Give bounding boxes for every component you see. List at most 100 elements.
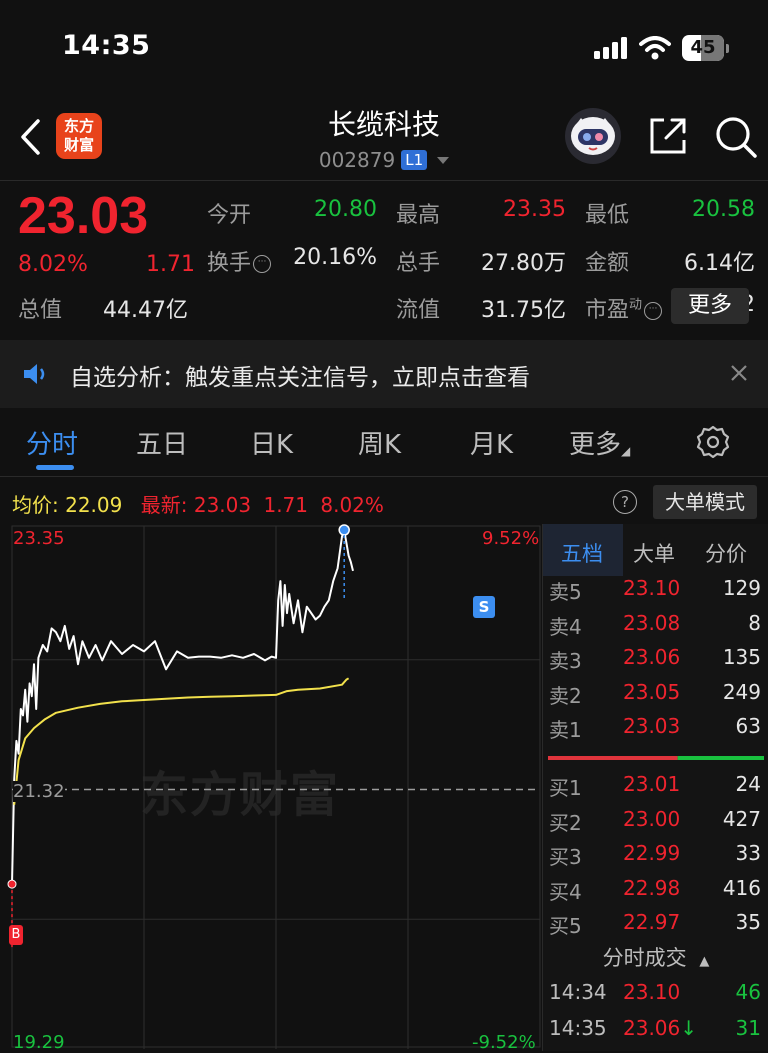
turnover-value: 20.16% xyxy=(293,245,377,270)
gear-icon[interactable] xyxy=(696,425,730,459)
level-price: 23.05 xyxy=(623,679,681,704)
bid-row[interactable]: 买3 22.99 33 xyxy=(543,841,768,875)
down-arrow-icon: ↓ xyxy=(680,1016,698,1040)
level-badge: L1 xyxy=(401,150,428,170)
level-label: 卖4 xyxy=(549,614,582,639)
chevron-up-icon: ▲ xyxy=(699,954,710,969)
info-icon[interactable]: ··· xyxy=(644,302,663,320)
ticks-title[interactable]: 分时成交 ▲ xyxy=(543,942,768,972)
tab-daily-k[interactable]: 日K xyxy=(250,424,293,461)
level-label: 买4 xyxy=(549,879,582,904)
level-label: 买3 xyxy=(549,845,582,869)
level-volume: 35 xyxy=(735,910,761,934)
high-point-dot xyxy=(338,524,350,536)
tick-volume: 46 xyxy=(735,980,761,1004)
order-book-panel: 五档 大单 分价 卖5 23.10 129 卖4 23.08 8 卖3 23.06 135 卖2 2… xyxy=(542,524,768,1051)
level-label: 卖2 xyxy=(549,683,582,708)
sell-marker[interactable]: S xyxy=(473,596,495,618)
y-min-label: 19.29 xyxy=(13,1032,65,1053)
level-label: 卖1 xyxy=(549,718,582,742)
tab-monthly-k[interactable]: 月K xyxy=(470,424,513,461)
info-icon[interactable]: ··· xyxy=(253,255,272,273)
ask-row[interactable]: 卖3 23.06 135 xyxy=(543,645,768,679)
tab-weekly-k[interactable]: 周K xyxy=(358,424,401,461)
level-price: 23.06 xyxy=(623,645,681,669)
bid-row[interactable]: 买2 23.00 427 xyxy=(543,807,768,841)
latest-label: 最新: xyxy=(140,493,188,517)
bid-row[interactable]: 买5 22.97 35 xyxy=(543,910,768,944)
level-label: 买2 xyxy=(549,810,582,835)
tick-price: 23.10 xyxy=(623,980,681,1004)
bid-ratio-fill xyxy=(677,756,764,760)
latest-change: 1.71 xyxy=(263,493,308,517)
level-price: 23.10 xyxy=(623,576,681,600)
y-mid-label: 21.32 xyxy=(13,781,65,802)
battery-nub xyxy=(726,44,729,53)
tick-time: 14:35 xyxy=(549,1016,607,1040)
level-label: 买1 xyxy=(549,776,582,800)
status-time: 14:35 xyxy=(62,30,151,61)
latest-percent: 8.02% xyxy=(320,493,384,517)
high-label: 最高 xyxy=(396,203,441,228)
level-volume: 24 xyxy=(735,772,761,796)
level-label: 买5 xyxy=(549,914,582,938)
share-icon[interactable] xyxy=(646,114,690,158)
ticks-title-label: 分时成交 xyxy=(602,946,687,970)
level-volume: 129 xyxy=(722,576,761,600)
more-quote-button[interactable]: 更多 xyxy=(671,288,749,324)
low-value: 20.58 xyxy=(692,197,755,222)
amount-label: 金额 xyxy=(585,251,630,276)
level-price: 22.97 xyxy=(623,910,681,934)
total-cap-label: 总值 xyxy=(18,298,63,323)
change-percent: 8.02% xyxy=(18,252,88,277)
price-line xyxy=(11,529,354,885)
low-label: 最低 xyxy=(585,203,630,228)
chevron-down-icon xyxy=(437,157,450,164)
level-volume: 33 xyxy=(735,841,761,865)
level-price: 23.01 xyxy=(623,772,681,796)
tab-five-day[interactable]: 五日 xyxy=(136,424,188,461)
ask-row[interactable]: 卖5 23.10 129 xyxy=(543,576,768,610)
tab-five-levels[interactable]: 五档 xyxy=(561,538,603,568)
header-divider xyxy=(0,180,768,181)
float-cap-value: 31.75亿 xyxy=(481,298,566,323)
level-price: 22.98 xyxy=(623,875,681,900)
level-label: 卖3 xyxy=(549,649,582,673)
battery-indicator: 45 xyxy=(682,35,724,61)
tab-intraday[interactable]: 分时 xyxy=(26,424,78,461)
notice-text[interactable]: 自选分析：触发重点关注信号，立即点击查看 xyxy=(70,358,530,392)
tab-price-distribution[interactable]: 分价 xyxy=(705,538,747,568)
help-icon[interactable]: ? xyxy=(613,490,637,514)
tab-big-orders[interactable]: 大单 xyxy=(633,538,675,568)
search-icon[interactable] xyxy=(713,114,759,160)
level-volume: 427 xyxy=(722,806,761,831)
level-price: 22.99 xyxy=(623,841,681,865)
level-label: 卖5 xyxy=(549,580,582,604)
bid-row[interactable]: 买4 22.98 416 xyxy=(543,876,768,910)
pe-type-sup: 动 xyxy=(629,297,643,313)
total-cap-value: 44.47亿 xyxy=(103,298,188,323)
assistant-avatar[interactable] xyxy=(565,108,621,164)
pct-min-label: -9.52% xyxy=(472,1032,536,1053)
big-order-mode-button[interactable]: 大单模式 xyxy=(653,485,757,519)
volume-label: 总手 xyxy=(396,251,441,276)
stock-code: 002879 xyxy=(318,148,396,172)
ask-row[interactable]: 卖4 23.08 8 xyxy=(543,611,768,645)
buy-marker[interactable]: B xyxy=(9,925,23,945)
tab-more-label: 更多 xyxy=(569,430,622,460)
high-value: 23.35 xyxy=(503,197,566,222)
intraday-chart[interactable] xyxy=(0,524,542,1051)
tick-price: 23.06↓ xyxy=(623,1016,698,1040)
tab-more[interactable]: 更多◢ xyxy=(569,424,630,461)
current-price: 23.03 xyxy=(18,187,149,245)
level-volume: 249 xyxy=(722,679,761,704)
volume-value: 27.80万 xyxy=(481,251,566,276)
ask-row[interactable]: 卖2 23.05 249 xyxy=(543,680,768,714)
bid-row[interactable]: 买1 23.01 24 xyxy=(543,772,768,806)
ask-row[interactable]: 卖1 23.03 63 xyxy=(543,714,768,748)
latest-price: 23.03 xyxy=(193,493,252,517)
y-max-label: 23.35 xyxy=(13,528,65,549)
level-price: 23.00 xyxy=(623,806,681,831)
close-icon[interactable] xyxy=(728,362,750,384)
open-label: 今开 xyxy=(207,203,252,228)
